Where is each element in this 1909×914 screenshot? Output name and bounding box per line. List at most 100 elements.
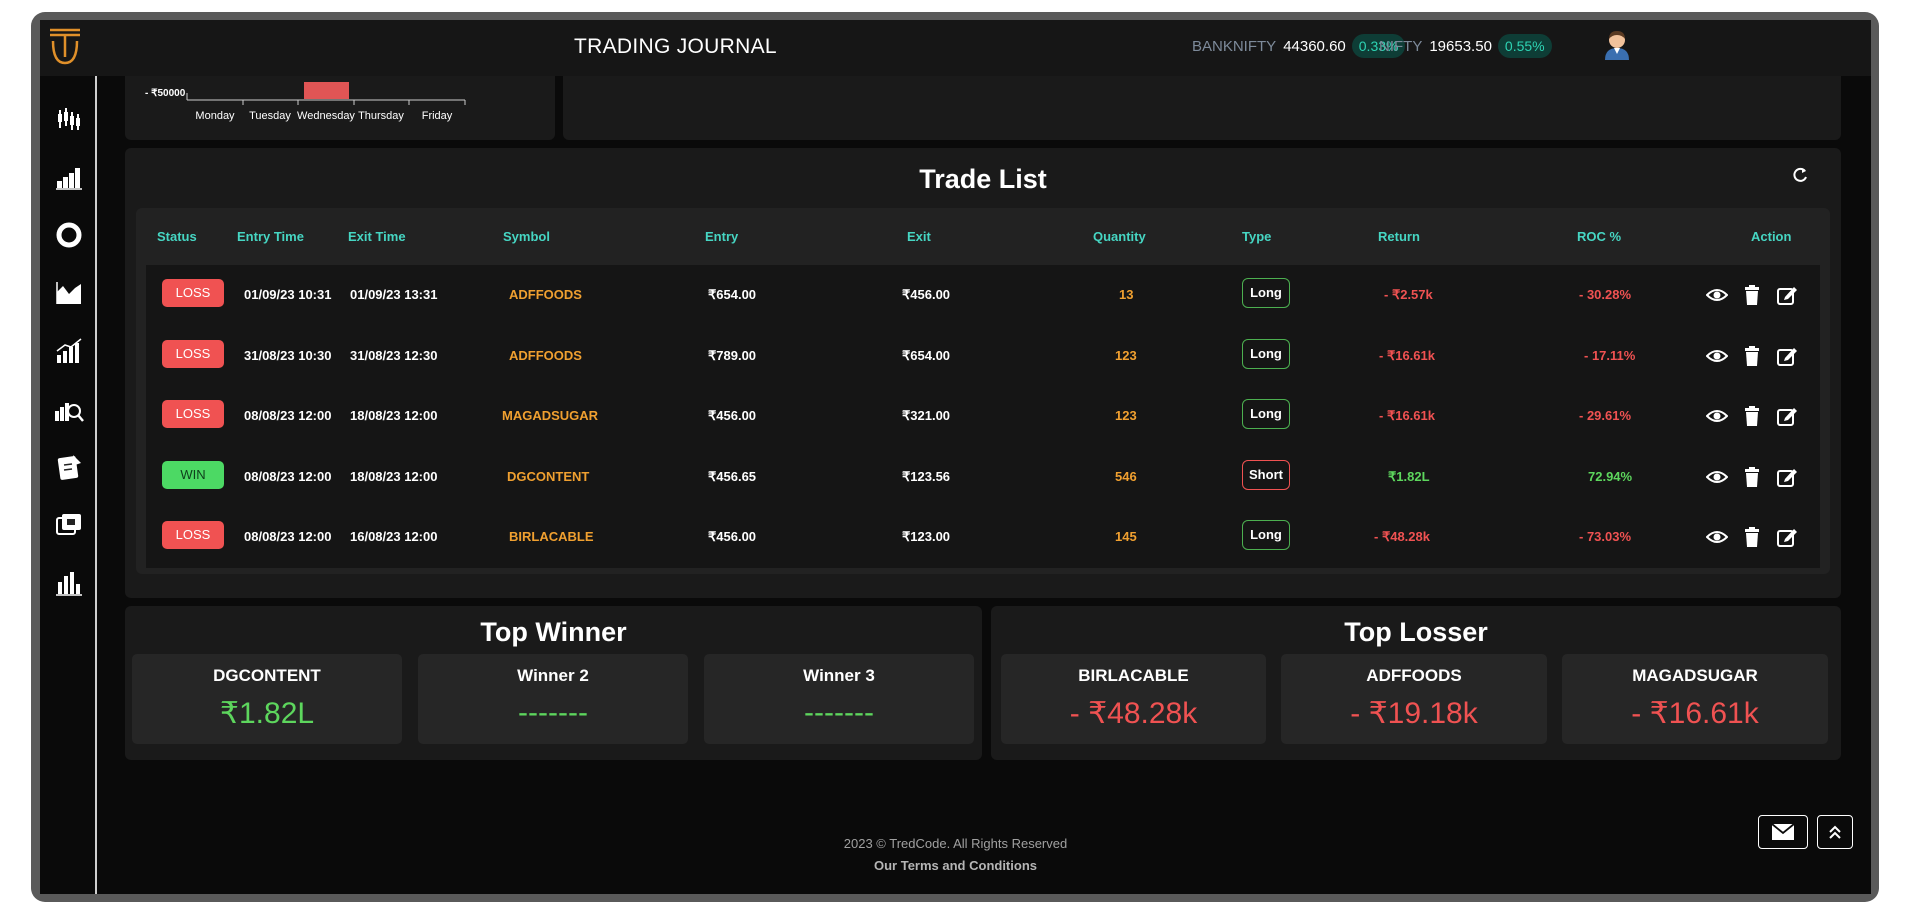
table-row[interactable]: LOSS 08/08/23 12:00 18/08/23 12:00 MAGAD… bbox=[146, 386, 1820, 446]
symbol[interactable]: ADFFOODS bbox=[509, 287, 582, 302]
col-entry[interactable]: Entry bbox=[705, 229, 738, 244]
analytics-search-icon[interactable] bbox=[54, 394, 84, 424]
col-roc[interactable]: ROC % bbox=[1577, 229, 1621, 244]
ticker-change-badge: 0.55% bbox=[1497, 34, 1552, 58]
ticker-value: 19653.50 bbox=[1429, 37, 1492, 55]
winner-value: ------- bbox=[804, 696, 874, 729]
media-icon[interactable] bbox=[54, 510, 84, 540]
col-action: Action bbox=[1751, 229, 1792, 244]
table-row[interactable]: WIN 08/08/23 12:00 18/08/23 12:00 DGCONT… bbox=[146, 447, 1820, 507]
chart-card-empty bbox=[563, 76, 1841, 140]
col-quantity[interactable]: Quantity bbox=[1093, 229, 1146, 244]
roc-value: 72.94% bbox=[1588, 469, 1633, 484]
status-badge: WIN bbox=[162, 461, 224, 489]
roc-value: - 17.11% bbox=[1584, 348, 1636, 363]
view-eye-icon[interactable] bbox=[1705, 526, 1729, 548]
brand-logo-icon[interactable] bbox=[46, 26, 84, 68]
x-tick-label: Wednesday bbox=[297, 110, 355, 122]
table-row[interactable]: LOSS 31/08/23 10:30 31/08/23 12:30 ADFFO… bbox=[146, 326, 1820, 386]
exit-time: 18/08/23 12:00 bbox=[350, 408, 438, 423]
symbol[interactable]: ADFFOODS bbox=[509, 348, 582, 363]
loser-value: - ₹16.61k bbox=[1631, 697, 1759, 730]
table-row[interactable]: LOSS 08/08/23 12:00 16/08/23 12:00 BIRLA… bbox=[146, 507, 1820, 567]
delete-trash-icon[interactable] bbox=[1741, 466, 1763, 488]
table-body: LOSS 01/09/23 10:31 01/09/23 13:31 ADFFO… bbox=[146, 265, 1820, 568]
mail-icon bbox=[1771, 823, 1795, 840]
entry-time: 31/08/23 10:30 bbox=[244, 348, 332, 363]
user-avatar-icon[interactable] bbox=[1602, 28, 1632, 60]
loser-name: MAGADSUGAR bbox=[1632, 666, 1758, 685]
winner-value: ------- bbox=[518, 696, 588, 729]
stats-icon[interactable] bbox=[54, 568, 84, 598]
y-tick-label: - ₹50000 bbox=[145, 88, 186, 99]
mail-button[interactable] bbox=[1758, 815, 1808, 849]
trade-list-title: Trade List bbox=[919, 164, 1047, 194]
quantity: 123 bbox=[1115, 408, 1137, 423]
edit-pencil-icon[interactable] bbox=[1776, 405, 1798, 427]
trade-list-card: Trade List Status Entry Time Exit Time S… bbox=[125, 148, 1841, 598]
view-eye-icon[interactable] bbox=[1705, 466, 1729, 488]
footer-terms-link[interactable]: Our Terms and Conditions bbox=[40, 858, 1871, 873]
trade-type-badge: Long bbox=[1242, 399, 1290, 429]
quantity: 123 bbox=[1115, 348, 1137, 363]
refresh-icon[interactable] bbox=[1791, 166, 1811, 186]
bar-chart-icon[interactable] bbox=[54, 162, 84, 192]
quantity: 145 bbox=[1115, 529, 1137, 544]
top-loser-card: Top Losser BIRLACABLE - ₹48.28k ADFFOODS… bbox=[991, 606, 1841, 760]
area-chart-icon[interactable] bbox=[54, 278, 84, 308]
edit-pencil-icon[interactable] bbox=[1776, 526, 1798, 548]
donut-icon[interactable] bbox=[54, 220, 84, 250]
col-status[interactable]: Status bbox=[157, 229, 197, 244]
entry-price: ₹789.00 bbox=[708, 348, 757, 363]
x-tick-label: Thursday bbox=[358, 110, 404, 122]
col-type[interactable]: Type bbox=[1242, 229, 1271, 244]
delete-trash-icon[interactable] bbox=[1741, 345, 1763, 367]
app-screen: TRADING JOURNAL BANKNIFTY 44360.60 0.33%… bbox=[40, 20, 1871, 894]
exit-price: ₹321.00 bbox=[902, 408, 951, 423]
winner-tile: DGCONTENT ₹1.82L bbox=[132, 654, 402, 744]
col-exit-time[interactable]: Exit Time bbox=[348, 229, 406, 244]
status-badge: LOSS bbox=[162, 340, 224, 368]
exit-price: ₹123.56 bbox=[902, 469, 951, 484]
edit-pencil-icon[interactable] bbox=[1776, 345, 1798, 367]
weekly-chart-svg: - ₹50000 Monday Tuesday Wednesday Thursd… bbox=[145, 82, 466, 122]
view-eye-icon[interactable] bbox=[1705, 405, 1729, 427]
exit-price: ₹456.00 bbox=[902, 287, 951, 302]
edit-pencil-icon[interactable] bbox=[1776, 466, 1798, 488]
ticker-name: BANKNIFTY bbox=[1192, 37, 1277, 55]
table-header: Status Entry Time Exit Time Symbol Entry… bbox=[136, 208, 1830, 263]
loser-value: - ₹19.18k bbox=[1350, 697, 1478, 730]
footer-copyright: 2023 © TredCode. All Rights Reserved bbox=[843, 836, 1068, 851]
delete-trash-icon[interactable] bbox=[1741, 284, 1763, 306]
view-eye-icon[interactable] bbox=[1705, 284, 1729, 306]
col-return[interactable]: Return bbox=[1378, 229, 1420, 244]
table-row[interactable]: LOSS 01/09/23 10:31 01/09/23 13:31 ADFFO… bbox=[146, 265, 1820, 325]
delete-trash-icon[interactable] bbox=[1741, 405, 1763, 427]
entry-price: ₹456.00 bbox=[708, 408, 757, 423]
top-winner-title: Top Winner bbox=[480, 617, 627, 647]
loser-name: ADFFOODS bbox=[1366, 666, 1462, 685]
winner-name: DGCONTENT bbox=[213, 666, 321, 685]
roc-value: - 30.28% bbox=[1579, 287, 1632, 302]
edit-pencil-icon[interactable] bbox=[1776, 284, 1798, 306]
col-symbol[interactable]: Symbol bbox=[503, 229, 550, 244]
symbol[interactable]: BIRLACABLE bbox=[509, 529, 594, 544]
delete-trash-icon[interactable] bbox=[1741, 526, 1763, 548]
notes-icon[interactable] bbox=[54, 452, 84, 482]
exit-time: 31/08/23 12:30 bbox=[350, 348, 438, 363]
entry-time: 08/08/23 12:00 bbox=[244, 469, 332, 484]
trade-type-badge: Long bbox=[1242, 278, 1290, 308]
symbol[interactable]: DGCONTENT bbox=[507, 469, 589, 484]
growth-chart-icon[interactable] bbox=[54, 336, 84, 366]
top-winner-card: Top Winner DGCONTENT ₹1.82L Winner 2 ---… bbox=[125, 606, 982, 760]
col-entry-time[interactable]: Entry Time bbox=[237, 229, 304, 244]
view-eye-icon[interactable] bbox=[1705, 345, 1729, 367]
scroll-top-button[interactable] bbox=[1817, 815, 1853, 849]
candlestick-icon[interactable] bbox=[54, 104, 84, 134]
status-badge: LOSS bbox=[162, 400, 224, 428]
col-exit[interactable]: Exit bbox=[907, 229, 931, 244]
ticker-value: 44360.60 bbox=[1283, 37, 1346, 55]
symbol[interactable]: MAGADSUGAR bbox=[502, 408, 598, 423]
loser-tile: MAGADSUGAR - ₹16.61k bbox=[1562, 654, 1828, 744]
entry-price: ₹456.00 bbox=[708, 529, 757, 544]
